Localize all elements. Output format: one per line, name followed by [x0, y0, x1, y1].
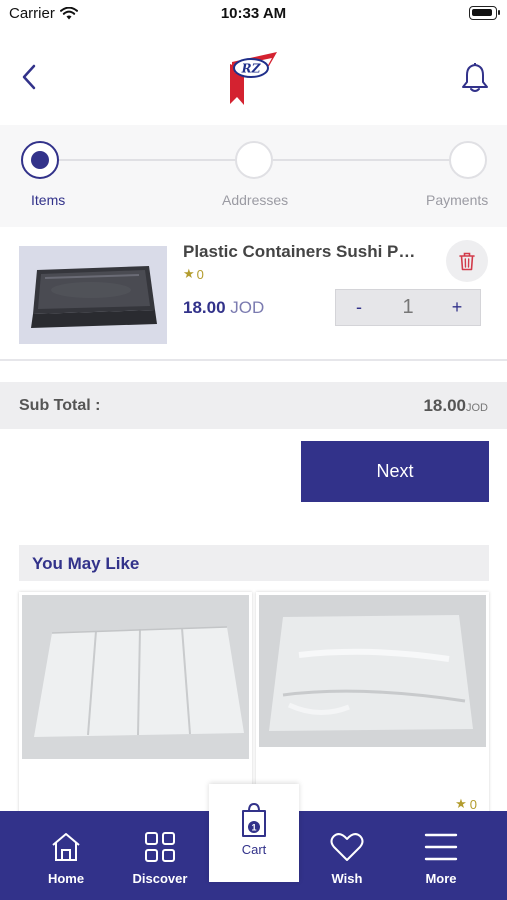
- price-currency: JOD: [230, 298, 265, 317]
- brand-logo: RZ: [223, 48, 283, 110]
- battery-icon: [469, 6, 500, 20]
- notifications-button[interactable]: [459, 60, 491, 94]
- subtotal-row: Sub Total : 18.00JOD: [0, 382, 507, 429]
- star-icon: ★: [183, 266, 195, 281]
- next-button[interactable]: Next: [301, 441, 489, 502]
- tab-wish[interactable]: Wish: [302, 811, 392, 900]
- step-addresses-label: Addresses: [222, 192, 289, 208]
- trash-icon: [459, 252, 475, 270]
- tab-discover-label: Discover: [132, 871, 188, 886]
- shopping-bag-icon: 1: [242, 802, 266, 837]
- subtotal-currency: JOD: [466, 402, 488, 414]
- star-icon: ★: [455, 796, 467, 811]
- chevron-left-icon: [22, 64, 36, 90]
- you-may-like-title: You May Like: [32, 554, 140, 573]
- recommended-product-image[interactable]: [259, 595, 486, 747]
- step-addresses-indicator[interactable]: [235, 141, 273, 179]
- cart-badge: 1: [251, 823, 256, 833]
- back-button[interactable]: [16, 62, 42, 92]
- step-payments-label: Payments: [426, 192, 489, 208]
- product-price: 18.00 JOD: [183, 298, 264, 318]
- increase-quantity-button[interactable]: +: [434, 290, 480, 325]
- tab-cart[interactable]: 1 Cart: [209, 784, 299, 882]
- rating-value: 0: [469, 796, 477, 812]
- step-payments-indicator[interactable]: [449, 141, 487, 179]
- tab-more-label: More: [425, 871, 457, 886]
- step-items-indicator[interactable]: [21, 141, 59, 179]
- stepper-line: [273, 159, 450, 161]
- status-bar: Carrier 10:33 AM: [0, 0, 507, 30]
- cart-item: Plastic Containers Sushi Pet... ★ 0 18.0…: [0, 228, 507, 361]
- logo-text: RZ: [241, 62, 262, 76]
- bell-icon: [462, 63, 488, 92]
- menu-icon: [424, 833, 458, 861]
- product-rating: ★ 0: [183, 266, 204, 282]
- price-value: 18.00: [183, 298, 226, 317]
- product-name[interactable]: Plastic Containers Sushi Pet...: [183, 242, 423, 262]
- subtotal-value: 18.00: [423, 396, 466, 415]
- nav-header: RZ: [0, 30, 507, 125]
- recommended-product-image[interactable]: [22, 595, 249, 759]
- home-icon: [52, 833, 80, 861]
- tab-home[interactable]: Home: [21, 811, 111, 900]
- subtotal-amount: 18.00JOD: [423, 396, 488, 416]
- rating-value: 0: [196, 266, 204, 282]
- quantity-value[interactable]: 1: [382, 296, 434, 319]
- tab-home-label: Home: [47, 871, 85, 886]
- tab-more[interactable]: More: [396, 811, 486, 900]
- step-items-label: Items: [31, 192, 66, 208]
- tab-discover[interactable]: Discover: [115, 811, 205, 900]
- quantity-stepper: - 1 +: [335, 289, 481, 326]
- recommended-product-rating: ★ 0: [455, 796, 477, 812]
- decrease-quantity-button[interactable]: -: [336, 290, 382, 325]
- you-may-like-header: You May Like: [19, 545, 489, 581]
- stepper-line: [59, 159, 236, 161]
- delete-item-button[interactable]: [446, 240, 488, 282]
- heart-icon: [330, 833, 364, 861]
- subtotal-label: Sub Total :: [19, 397, 101, 414]
- tab-cart-label: Cart: [241, 842, 267, 857]
- tab-wish-label: Wish: [331, 871, 363, 886]
- status-time: 10:33 AM: [220, 5, 287, 22]
- grid-icon: [145, 832, 175, 862]
- product-image[interactable]: [19, 246, 167, 344]
- checkout-stepper: Items Addresses Payments: [0, 125, 507, 227]
